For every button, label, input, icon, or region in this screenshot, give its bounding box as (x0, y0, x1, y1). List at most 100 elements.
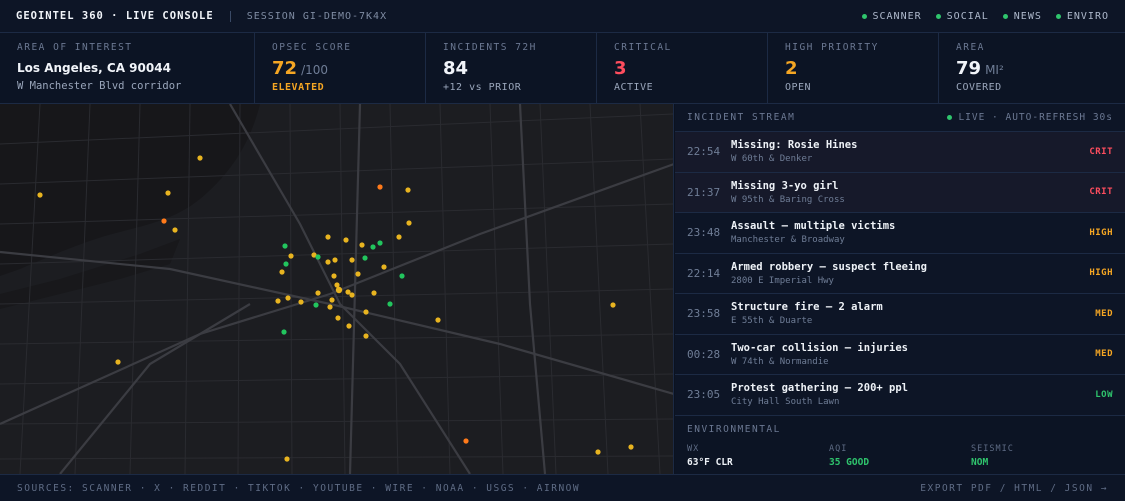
incident-marker[interactable] (335, 286, 343, 294)
incident-body: Structure fire — 2 alarm E 55th & Duarte (731, 301, 1095, 326)
incident-title: Two-car collision — injuries (731, 341, 909, 354)
incident-marker[interactable] (298, 299, 304, 305)
incident-row[interactable]: 22:14 Armed robbery — suspect fleeing 2800… (675, 254, 1125, 294)
incident-time: 00:28 (687, 347, 721, 361)
incident-title: Protest gathering — 200+ ppl (731, 382, 909, 395)
stream-header: INCIDENT STREAM LIVE · AUTO-REFRESH 30s (675, 104, 1125, 132)
incident-marker[interactable] (284, 456, 290, 462)
incident-marker[interactable] (463, 438, 469, 444)
stat-value: 79 MI² (956, 58, 1004, 79)
incident-marker[interactable] (281, 329, 287, 335)
live-dot-icon (947, 115, 953, 120)
incident-marker[interactable] (396, 234, 402, 240)
incident-row[interactable]: 23:48 Assault — multiple victims Mancheste… (675, 213, 1125, 254)
incident-marker[interactable] (285, 295, 291, 301)
incident-marker[interactable] (355, 271, 361, 277)
incident-marker[interactable] (377, 240, 383, 246)
map-canvas[interactable] (0, 104, 674, 474)
incident-body: Assault — multiple victims Manchester & B… (731, 220, 1089, 245)
incident-marker[interactable] (335, 315, 341, 321)
env-seismic: SEISMIC NOM (971, 444, 1113, 468)
incident-marker[interactable] (610, 302, 616, 308)
stat-label: CRITICAL (614, 42, 672, 53)
incident-title: Missing 3-yo girl (731, 179, 839, 192)
status-dot-icon (861, 13, 867, 19)
incident-stream-panel: INCIDENT STREAM LIVE · AUTO-REFRESH 30s … (675, 104, 1125, 416)
incident-marker[interactable] (279, 269, 285, 275)
incident-marker[interactable] (387, 301, 393, 307)
incident-marker[interactable] (628, 444, 634, 450)
incident-marker[interactable] (161, 218, 167, 224)
incident-marker[interactable] (288, 253, 294, 259)
incident-row[interactable]: 23:58 Structure fire — 2 alarm E 55th & Du… (675, 294, 1125, 335)
incident-row[interactable]: 21:37 Missing 3-yo girl W 95th & Baring Cr… (675, 172, 1125, 213)
incident-marker[interactable] (377, 184, 383, 190)
env-seismic-value: NOM (971, 457, 989, 468)
stat-sub: ELEVATED (272, 82, 325, 93)
brand-title: GEOINTEL 360 · LIVE CONSOLE (16, 10, 214, 22)
incident-marker[interactable] (315, 254, 321, 260)
env-weather-value: 63°F CLR (687, 457, 733, 468)
incident-marker[interactable] (371, 290, 377, 296)
incident-marker[interactable] (197, 155, 203, 161)
incident-marker[interactable] (165, 190, 171, 196)
incident-body: Missing: Rosie Hines W 60th & Denker (731, 139, 1089, 164)
incident-marker[interactable] (435, 317, 441, 323)
incident-marker[interactable] (381, 264, 387, 270)
incident-marker[interactable] (325, 259, 331, 265)
severity-badge: LOW (1095, 389, 1113, 400)
incident-marker[interactable] (283, 261, 289, 267)
incident-marker[interactable] (363, 333, 369, 339)
session-id: SESSION GI-DEMO-7K4X (246, 10, 388, 22)
incident-marker[interactable] (595, 449, 601, 455)
incident-location: City Hall South Lawn (731, 397, 840, 408)
severity-badge: MED (1095, 349, 1113, 360)
incident-marker[interactable] (359, 242, 365, 248)
incident-marker[interactable] (172, 227, 178, 233)
incident-body: Missing 3-yo girl W 95th & Baring Cross (731, 180, 1089, 205)
incident-marker[interactable] (275, 298, 281, 304)
incident-marker[interactable] (332, 257, 338, 263)
incident-marker[interactable] (370, 244, 376, 250)
incident-marker[interactable] (325, 234, 331, 240)
feed-enviro[interactable]: ENVIRO (1055, 11, 1109, 22)
incident-marker[interactable] (349, 292, 355, 298)
incident-time: 21:37 (687, 185, 721, 199)
incident-marker[interactable] (363, 309, 369, 315)
severity-badge: CRIT (1089, 146, 1113, 157)
top-bar: GEOINTEL 360 · LIVE CONSOLE SESSION GI-D… (0, 0, 1125, 33)
incident-marker[interactable] (343, 237, 349, 243)
feed-scanner[interactable]: SCANNER (861, 11, 922, 22)
incident-time: 23:48 (687, 226, 721, 240)
feed-social[interactable]: SOCIAL (935, 11, 989, 22)
incident-marker[interactable] (37, 192, 43, 198)
incident-marker[interactable] (399, 273, 405, 279)
incident-marker[interactable] (327, 304, 333, 310)
export-links[interactable]: EXPORT PDF / HTML / JSON → (920, 483, 1108, 494)
incident-marker[interactable] (362, 255, 368, 261)
incident-location: E 55th & Duarte (731, 316, 813, 327)
stat-value: 84 (443, 58, 469, 79)
incident-marker[interactable] (406, 220, 412, 226)
incident-marker[interactable] (331, 273, 337, 279)
incident-marker[interactable] (329, 297, 335, 303)
stat-opsec-score: OPSEC SCORE 72/100 ELEVATED (254, 33, 425, 103)
feed-news[interactable]: NEWS (1002, 11, 1042, 22)
incident-marker[interactable] (115, 359, 121, 365)
incident-title: Assault — multiple victims (731, 220, 896, 233)
incident-row[interactable]: 23:05 Protest gathering — 200+ ppl City Ha… (675, 375, 1125, 416)
live-indicator: LIVE · AUTO-REFRESH 30s (947, 112, 1113, 123)
stat-value: 72/100 (272, 58, 329, 79)
incident-marker[interactable] (346, 323, 352, 329)
incident-map[interactable] (0, 104, 674, 474)
incident-marker[interactable] (282, 243, 288, 249)
incident-row[interactable]: 22:54 Missing: Rosie Hines W 60th & Denker… (675, 132, 1125, 173)
stats-row: AREA OF INTEREST Los Angeles, CA 90044 W… (0, 33, 1125, 104)
incident-marker[interactable] (315, 290, 321, 296)
incident-row[interactable]: 00:28 Two-car collision — injuries W 74th … (675, 335, 1125, 375)
incident-marker[interactable] (405, 187, 411, 193)
severity-badge: MED (1095, 308, 1113, 319)
incident-marker[interactable] (313, 302, 319, 308)
incident-marker[interactable] (349, 257, 355, 263)
status-dot-icon (1002, 13, 1008, 19)
